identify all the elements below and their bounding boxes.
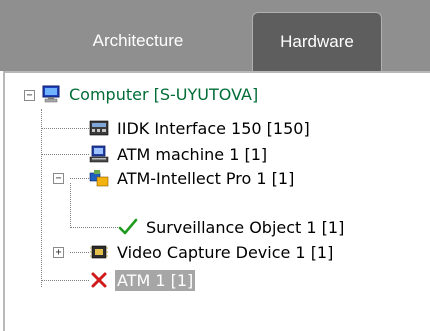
- intellect-module-icon: [89, 169, 109, 187]
- tree-node-label: Surveillance Object 1 [1]: [146, 217, 345, 237]
- computer-icon: [41, 85, 61, 103]
- tree-connector: [70, 252, 89, 253]
- interface-board-icon: [89, 119, 109, 137]
- tree-node-label: ATM machine 1 [1]: [117, 144, 268, 164]
- tree-node-label: IIDK Interface 150 [150]: [117, 118, 310, 138]
- tree-connector: [70, 178, 89, 179]
- tree-node-label: Computer [S-UYUTOVA]: [69, 84, 259, 104]
- tree-node-surveillance-object[interactable]: Surveillance Object 1 [1]: [118, 216, 346, 238]
- tree-connector: [41, 154, 89, 155]
- tree-border-left: [3, 71, 5, 331]
- tree-node-video-capture-device[interactable]: Video Capture Device 1 [1]: [89, 241, 335, 263]
- tree-connector: [70, 227, 118, 228]
- collapse-toggle-icon[interactable]: −: [53, 173, 64, 184]
- tree-node-label: ATM 1 [1]: [115, 269, 196, 291]
- capture-chip-icon: [89, 243, 109, 261]
- hardware-tree: − − + Computer [S-UYUTOVA] IIDK Interfac…: [0, 71, 430, 331]
- tree-connector: [41, 109, 42, 287]
- tree-connector: [41, 280, 89, 281]
- tree-node-atm-machine[interactable]: ATM machine 1 [1]: [89, 143, 269, 165]
- tab-architecture[interactable]: Architecture: [38, 12, 238, 70]
- tree-node-atm[interactable]: ATM 1 [1]: [89, 269, 196, 291]
- checkmark-icon: [118, 218, 138, 236]
- atm-machine-icon: [89, 145, 109, 163]
- red-x-icon: [89, 271, 109, 289]
- collapse-toggle-icon[interactable]: −: [24, 90, 35, 101]
- tab-hardware[interactable]: Hardware: [252, 12, 382, 71]
- tree-node-computer[interactable]: Computer [S-UYUTOVA]: [41, 83, 260, 105]
- tree-connector: [70, 183, 71, 228]
- tree-node-atm-intellect-pro[interactable]: ATM-Intellect Pro 1 [1]: [89, 167, 296, 189]
- tree-node-label: ATM-Intellect Pro 1 [1]: [117, 168, 295, 188]
- tab-bar: Architecture Hardware: [0, 0, 430, 71]
- tree-border-top: [3, 71, 430, 73]
- tree-node-iidk-interface[interactable]: IIDK Interface 150 [150]: [89, 117, 312, 139]
- expand-toggle-icon[interactable]: +: [53, 247, 64, 258]
- tree-connector: [41, 128, 89, 129]
- tree-node-label: Video Capture Device 1 [1]: [117, 242, 334, 262]
